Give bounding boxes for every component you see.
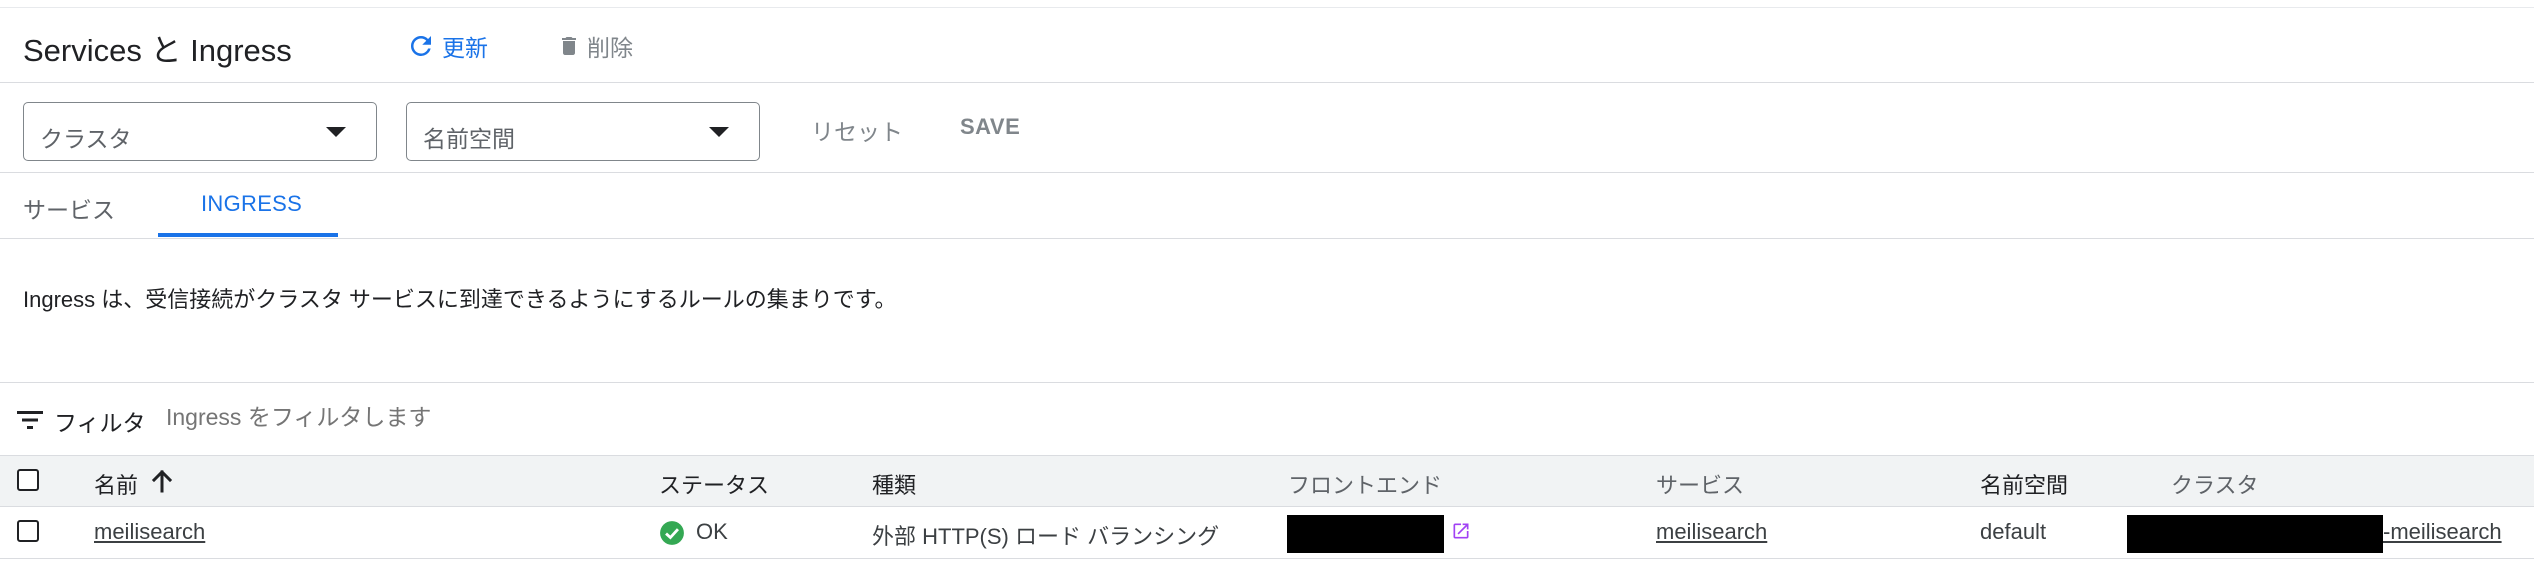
delete-label: 削除 (587, 35, 633, 61)
cluster-select[interactable]: クラスタ (23, 102, 377, 161)
table-header: 名前 ステータス 種類 フロントエンド サービス 名前空間 クラスタ (0, 455, 2534, 507)
status-text: OK (696, 519, 728, 544)
chevron-down-icon (709, 127, 729, 137)
type-text: 外部 HTTP(S) ロード バランシング (872, 524, 1220, 549)
column-header-service: サービス (1656, 473, 1745, 498)
column-header-status: ステータス (659, 473, 770, 498)
save-button[interactable]: SAVE (960, 114, 1020, 140)
filter-input[interactable] (166, 404, 766, 431)
reset-button[interactable]: リセット (811, 113, 903, 147)
tab-bar: サービス INGRESS (0, 173, 2534, 239)
column-header-name[interactable]: 名前 (94, 468, 138, 500)
tab-services[interactable]: サービス (23, 191, 115, 225)
namespace-text: default (1980, 519, 2047, 544)
refresh-icon (410, 35, 431, 56)
page-header: Services と Ingress 更新 削除 (0, 8, 2534, 83)
column-header-frontend: フロントエンド (1288, 473, 1443, 498)
service-link[interactable]: meilisearch (1656, 519, 1767, 545)
trash-icon (562, 37, 576, 55)
filter-label: フィルタ (54, 410, 146, 436)
namespace-select-label: 名前空間 (423, 126, 515, 152)
namespace-select[interactable]: 名前空間 (406, 102, 760, 161)
column-header-namespace: 名前空間 (1980, 473, 2069, 498)
external-link-icon[interactable] (1451, 521, 1471, 541)
tab-ingress[interactable]: INGRESS (201, 191, 302, 217)
cluster-link[interactable]: -meilisearch (2383, 519, 2502, 545)
delete-button[interactable]: 削除 (557, 29, 633, 63)
column-header-type: 種類 (872, 473, 917, 498)
cluster-select-label: クラスタ (40, 126, 132, 152)
active-tab-indicator (158, 233, 338, 237)
table-filter-bar: フィルタ (0, 383, 2534, 455)
arrow-up-icon[interactable] (151, 469, 173, 493)
filter-icon[interactable] (17, 410, 43, 430)
chevron-down-icon (326, 127, 346, 137)
page: Services と Ingress 更新 削除 クラスタ 名前空間 リセット … (0, 0, 2534, 582)
ingress-description: Ingress は、受信接続がクラスタ サービスに到達できるようにするルールの集… (23, 287, 897, 312)
column-header-cluster: クラスタ (2171, 473, 2259, 498)
redacted-frontend (1287, 515, 1444, 553)
filter-toolbar: クラスタ 名前空間 リセット SAVE (0, 83, 2534, 173)
table-row: meilisearch OK 外部 HTTP(S) ロード バランシング mei… (0, 507, 2534, 559)
check-circle-icon (660, 521, 684, 545)
refresh-button[interactable]: 更新 (406, 29, 488, 63)
redacted-cluster-name (2127, 515, 2383, 553)
page-title: Services と Ingress (23, 33, 292, 68)
row-checkbox[interactable] (17, 520, 39, 542)
ingress-name-link[interactable]: meilisearch (94, 519, 205, 545)
select-all-checkbox[interactable] (17, 469, 39, 491)
refresh-label: 更新 (442, 35, 488, 61)
